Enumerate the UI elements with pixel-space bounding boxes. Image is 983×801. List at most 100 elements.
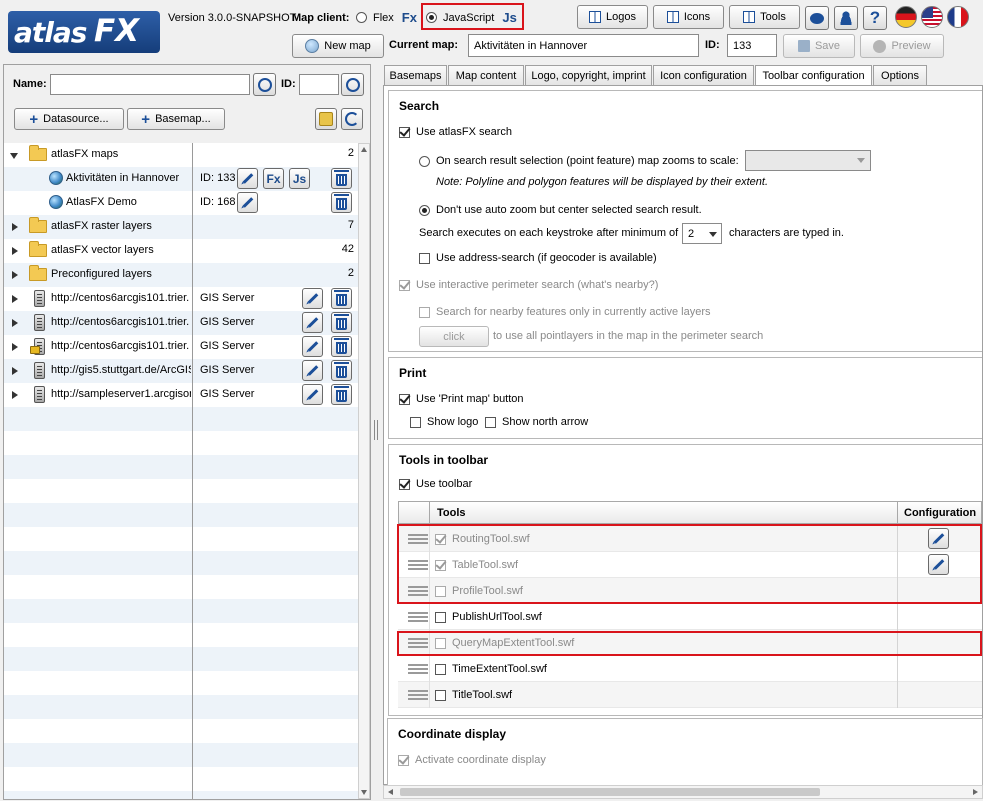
refresh-icon[interactable] <box>341 108 363 130</box>
tab-map-content[interactable]: Map content <box>448 65 524 85</box>
tab-icon-configuration[interactable]: Icon configuration <box>653 65 754 85</box>
scroll-thumb[interactable] <box>400 788 820 796</box>
tree-item-preconfigured-layers[interactable]: Preconfigured layers 2 <box>4 263 358 287</box>
client-flex-option[interactable]: Flex Fx <box>356 10 417 25</box>
add-basemap-button[interactable]: + Basemap... <box>127 108 225 130</box>
min-chars-select[interactable]: 2 <box>682 223 722 244</box>
tree-item-raster-layers[interactable]: atlasFX raster layers 7 <box>4 215 358 239</box>
zoom-to-scale-option[interactable]: On search result selection (point featur… <box>419 155 739 167</box>
client-js-radio[interactable] <box>426 12 437 23</box>
tool-checkbox[interactable] <box>435 559 446 571</box>
chat-icon[interactable] <box>805 6 829 30</box>
french-flag-icon[interactable] <box>947 6 969 28</box>
show-north-arrow-checkbox[interactable]: Show north arrow <box>485 416 588 428</box>
tab-logo-copyright[interactable]: Logo, copyright, imprint <box>525 65 652 85</box>
expand-icon[interactable] <box>12 391 18 399</box>
search-id-icon[interactable] <box>341 73 364 96</box>
click-button[interactable]: click <box>419 326 489 347</box>
tab-basemaps[interactable]: Basemaps <box>384 65 447 85</box>
current-map-input[interactable]: Aktivitäten in Hannover <box>468 34 699 57</box>
preview-button[interactable]: Preview <box>860 34 944 58</box>
tree-item-server[interactable]: http://centos6arcgis101.trier. GIS Serve… <box>4 287 358 311</box>
tree-item-map[interactable]: AtlasFX Demo ID: 168 <box>4 191 358 215</box>
expand-icon[interactable] <box>12 367 18 375</box>
expand-icon[interactable] <box>12 319 18 327</box>
id-filter-input[interactable] <box>299 74 339 95</box>
perimeter-search-checkbox[interactable]: Use interactive perimeter search (what's… <box>399 279 658 291</box>
edit-icon[interactable] <box>928 528 949 549</box>
scale-select[interactable] <box>745 150 871 171</box>
delete-icon[interactable] <box>331 312 352 333</box>
edit-icon[interactable] <box>302 312 323 333</box>
save-button[interactable]: Save <box>783 34 855 58</box>
expand-icon[interactable] <box>12 223 18 231</box>
client-flex-radio[interactable] <box>356 12 367 23</box>
tool-row-routing[interactable]: RoutingTool.swf <box>398 526 982 552</box>
drag-handle-icon[interactable] <box>408 560 428 570</box>
add-datasource-button[interactable]: + Datasource... <box>14 108 124 130</box>
client-js-option[interactable]: JavaScript Js <box>426 10 517 25</box>
fx-client-icon[interactable]: Fx <box>263 168 284 189</box>
expand-icon[interactable] <box>12 295 18 303</box>
help-icon[interactable]: ? <box>863 6 887 30</box>
expand-icon[interactable] <box>12 343 18 351</box>
tree-item-atlasfx-maps[interactable]: atlasFX maps 2 <box>4 143 358 167</box>
expand-icon[interactable] <box>12 247 18 255</box>
search-name-icon[interactable] <box>253 73 276 96</box>
tree-item-vector-layers[interactable]: atlasFX vector layers 42 <box>4 239 358 263</box>
tool-checkbox[interactable] <box>435 637 446 649</box>
new-map-button[interactable]: New map <box>292 34 384 58</box>
activate-coordinate-checkbox[interactable]: Activate coordinate display <box>398 754 546 766</box>
german-flag-icon[interactable] <box>895 6 917 28</box>
logos-button[interactable]: Logos <box>577 5 648 29</box>
edit-icon[interactable] <box>237 192 258 213</box>
tool-row-title[interactable]: TitleTool.swf <box>398 682 982 708</box>
tool-checkbox[interactable] <box>435 611 446 623</box>
drag-handle-icon[interactable] <box>408 638 428 648</box>
use-search-checkbox[interactable]: Use atlasFX search <box>399 126 512 138</box>
use-print-checkbox[interactable]: Use 'Print map' button <box>399 393 524 405</box>
tool-checkbox[interactable] <box>435 585 446 597</box>
tab-toolbar-configuration[interactable]: Toolbar configuration <box>755 65 872 86</box>
edit-icon[interactable] <box>302 384 323 405</box>
tree-item-server[interactable]: http://centos6arcgis101.trier. GIS Serve… <box>4 311 358 335</box>
panel-splitter[interactable] <box>374 420 378 440</box>
right-horizontal-scrollbar[interactable] <box>383 785 983 799</box>
tool-row-profile[interactable]: ProfileTool.swf <box>398 578 982 604</box>
tool-row-publishurl[interactable]: PublishUrlTool.swf <box>398 604 982 630</box>
tab-options[interactable]: Options <box>873 65 927 85</box>
delete-icon[interactable] <box>331 384 352 405</box>
use-toolbar-checkbox[interactable]: Use toolbar <box>399 478 472 490</box>
edit-icon[interactable] <box>302 288 323 309</box>
delete-icon[interactable] <box>331 336 352 357</box>
tree-item-server-locked[interactable]: http://centos6arcgis101.trier. GIS Serve… <box>4 335 358 359</box>
delete-icon[interactable] <box>331 168 352 189</box>
left-scrollbar[interactable] <box>358 143 370 799</box>
js-client-icon[interactable]: Js <box>289 168 310 189</box>
icons-button[interactable]: Icons <box>653 5 724 29</box>
validate-icon[interactable] <box>315 108 337 130</box>
tools-button[interactable]: Tools <box>729 5 800 29</box>
delete-icon[interactable] <box>331 288 352 309</box>
tree-item-server[interactable]: http://gis5.stuttgart.de/ArcGIS GIS Serv… <box>4 359 358 383</box>
name-filter-input[interactable] <box>50 74 250 95</box>
map-id-input[interactable]: 133 <box>727 34 777 57</box>
drag-handle-icon[interactable] <box>408 534 428 544</box>
tool-checkbox[interactable] <box>435 533 446 545</box>
tool-checkbox[interactable] <box>435 689 446 701</box>
drag-handle-icon[interactable] <box>408 664 428 674</box>
user-icon[interactable] <box>834 6 858 30</box>
center-result-option[interactable]: Don't use auto zoom but center selected … <box>419 204 702 216</box>
edit-icon[interactable] <box>928 554 949 575</box>
collapse-icon[interactable] <box>10 153 18 159</box>
delete-icon[interactable] <box>331 192 352 213</box>
delete-icon[interactable] <box>331 360 352 381</box>
tool-row-querymapextent[interactable]: QueryMapExtentTool.swf <box>398 630 982 656</box>
tool-checkbox[interactable] <box>435 663 446 675</box>
drag-handle-icon[interactable] <box>408 612 428 622</box>
edit-icon[interactable] <box>302 336 323 357</box>
show-logo-checkbox[interactable]: Show logo <box>410 416 478 428</box>
address-search-checkbox[interactable]: Use address-search (if geocoder is avail… <box>419 252 657 264</box>
edit-icon[interactable] <box>302 360 323 381</box>
drag-handle-icon[interactable] <box>408 586 428 596</box>
